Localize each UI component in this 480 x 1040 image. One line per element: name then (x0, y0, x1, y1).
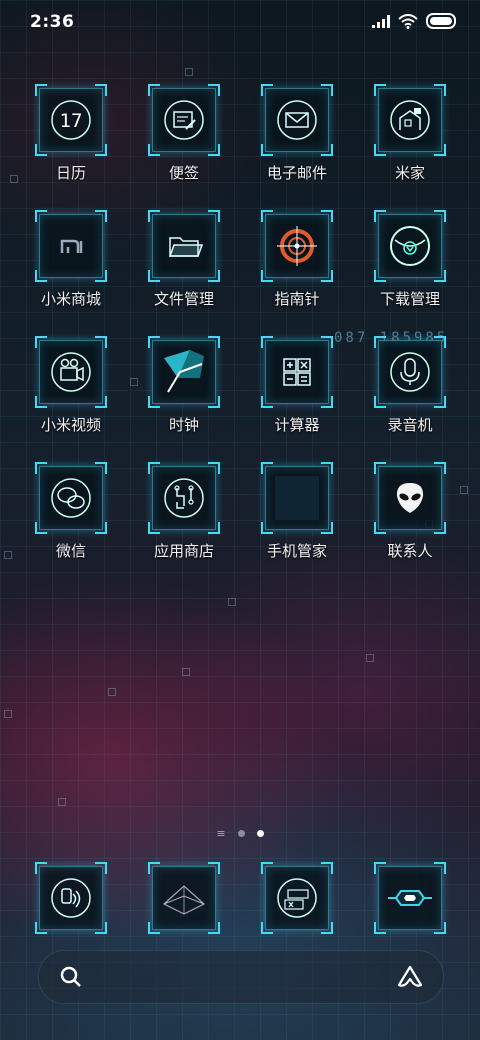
app-label: 录音机 (387, 416, 433, 434)
app-label: 时钟 (168, 416, 199, 434)
circuit-icon (164, 478, 204, 518)
app-label: 微信 (55, 542, 86, 560)
app-label: 小米商城 (40, 290, 101, 308)
camera-icon (388, 890, 432, 906)
app-label: 计算器 (274, 416, 320, 434)
app-smart-home[interactable]: 米家 (353, 84, 467, 183)
app-frame (261, 210, 333, 282)
app-frame: 17 (35, 84, 107, 156)
compass-icon (277, 226, 317, 266)
folder-icon (168, 237, 204, 257)
email-icon (277, 100, 317, 140)
app-label: 指南针 (274, 290, 320, 308)
app-frame (374, 336, 446, 408)
app-frame (148, 336, 220, 408)
app-label: 应用商店 (153, 542, 214, 560)
microphone-icon (390, 352, 430, 392)
app-frame (148, 862, 220, 934)
app-label: 文件管理 (153, 290, 214, 308)
download-icon (390, 226, 430, 266)
page-dot-active[interactable] (256, 830, 264, 837)
decor-square (185, 68, 193, 76)
app-frame (261, 84, 333, 156)
clock-icon (164, 350, 204, 393)
app-frame (374, 210, 446, 282)
app-label: 小米视频 (40, 416, 101, 434)
video-camera-icon (51, 352, 91, 392)
status-bar: 2:36 (0, 0, 480, 44)
dock-camera[interactable] (353, 862, 467, 934)
app-label: 电子邮件 (266, 164, 327, 182)
app-file-manager[interactable]: 文件管理 (127, 210, 241, 309)
message-icon (162, 885, 206, 915)
search-icon[interactable] (59, 965, 83, 989)
app-frame (374, 462, 446, 534)
app-contacts[interactable]: 联系人 (353, 462, 467, 561)
wifi-icon (398, 13, 418, 29)
app-calculator[interactable]: 计算器 (240, 336, 354, 435)
status-time: 2:36 (30, 12, 75, 32)
app-label: 下载管理 (379, 290, 440, 308)
notes-icon (164, 100, 204, 140)
menu-lines-icon[interactable]: ≡ (216, 828, 225, 839)
signal-icon (372, 14, 390, 28)
chat-bubbles-icon (51, 478, 91, 518)
decor-square (108, 688, 116, 696)
app-email[interactable]: 电子邮件 (240, 84, 354, 183)
app-label: 联系人 (387, 542, 433, 560)
app-store[interactable]: 应用商店 (127, 462, 241, 561)
smart-home-icon (390, 100, 430, 140)
dock-messages[interactable] (127, 862, 241, 934)
app-mi-store[interactable]: 小米商城 (14, 210, 128, 309)
app-download-manager[interactable]: 下载管理 (353, 210, 467, 309)
app-wechat[interactable]: 微信 (14, 462, 128, 561)
app-frame (374, 862, 446, 934)
app-frame (148, 210, 220, 282)
app-frame (35, 462, 107, 534)
page-dot[interactable] (237, 830, 245, 837)
search-bar[interactable] (38, 950, 444, 1004)
mi-store-icon (60, 239, 83, 253)
app-clock[interactable]: 时钟 (127, 336, 241, 435)
decor-square (4, 710, 12, 718)
assistant-icon[interactable] (397, 965, 423, 989)
app-mi-video[interactable]: 小米视频 (14, 336, 128, 435)
app-calendar[interactable]: 17 日历 (14, 84, 128, 183)
app-recorder[interactable]: 录音机 (353, 336, 467, 435)
calculator-icon (283, 358, 311, 386)
app-frame (35, 336, 107, 408)
app-frame (35, 210, 107, 282)
app-label: 米家 (394, 164, 425, 182)
status-icons (372, 13, 456, 29)
decor-square (228, 598, 236, 606)
app-frame (261, 862, 333, 934)
app-compass[interactable]: 指南针 (240, 210, 354, 309)
app-frame (148, 462, 220, 534)
phone-icon (51, 878, 91, 918)
app-notes[interactable]: 便签 (127, 84, 241, 183)
shield-icon (275, 476, 319, 520)
dock-phone[interactable] (14, 862, 128, 934)
app-label: 便签 (168, 164, 199, 182)
app-frame (374, 84, 446, 156)
app-label: 手机管家 (266, 542, 327, 560)
page-indicator[interactable]: ≡ (0, 828, 480, 839)
browser-icon (277, 878, 317, 918)
app-frame (261, 336, 333, 408)
battery-icon (426, 13, 456, 29)
decor-square (366, 654, 374, 662)
app-label: 日历 (55, 164, 86, 182)
dock-browser[interactable] (240, 862, 354, 934)
app-frame (35, 862, 107, 934)
app-frame (261, 462, 333, 534)
alien-icon (396, 483, 424, 513)
app-frame (148, 84, 220, 156)
decor-square (4, 551, 12, 559)
calendar-icon: 17 (51, 100, 91, 140)
app-security[interactable]: 手机管家 (240, 462, 354, 561)
decor-square (58, 798, 66, 806)
decor-square (182, 668, 190, 676)
svg-text:17: 17 (60, 110, 83, 132)
